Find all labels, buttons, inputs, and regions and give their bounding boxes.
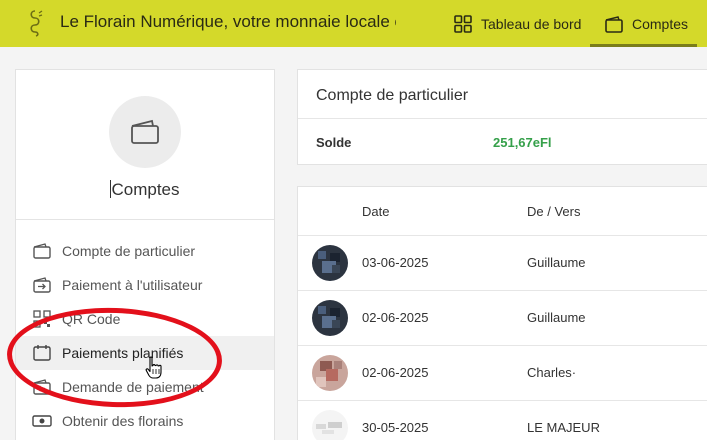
active-tab-indicator <box>590 44 697 47</box>
sidebar-item-label: Compte de particulier <box>62 243 196 259</box>
row-date: 03-06-2025 <box>362 255 429 270</box>
row-counterparty: Charles· <box>527 365 577 380</box>
table-row[interactable]: 02-06-2025 Guillaume <box>298 291 707 346</box>
qr-code-icon <box>33 310 51 328</box>
sidebar-title-text: Comptes <box>111 180 180 199</box>
row-counterparty: LE MAJEUR <box>527 420 600 435</box>
table-row[interactable]: 03-06-2025 Guillaume <box>298 236 707 291</box>
wallet-icon <box>33 243 51 259</box>
florain-logo-icon[interactable] <box>24 8 46 38</box>
row-counterparty: Guillaume <box>527 255 586 270</box>
avatar <box>312 410 348 440</box>
avatar <box>312 300 348 336</box>
wallet-icon <box>131 119 159 144</box>
table-row[interactable]: 02-06-2025 Charles· <box>298 346 707 401</box>
sidebar-item-obtenir-florains[interactable]: Obtenir des florains <box>16 404 274 438</box>
sidebar-menu: Compte de particulier Paiement à l'utili… <box>16 234 274 438</box>
banknote-icon <box>32 415 52 427</box>
wallet-icon <box>605 15 623 33</box>
sidebar: Comptes Compte de particulier Paiement à… <box>15 69 275 440</box>
app-title: Le Florain Numérique, votre monnaie loca… <box>60 12 396 31</box>
account-title: Compte de particulier <box>316 87 469 104</box>
transactions-table: Date De / Vers 03-06-2025 Guillaume 02-0… <box>297 186 707 440</box>
column-header-date[interactable]: Date <box>362 204 389 219</box>
tab-accounts[interactable]: Comptes <box>590 0 697 47</box>
sidebar-item-paiement-utilisateur[interactable]: Paiement à l'utilisateur <box>16 268 274 302</box>
tab-dashboard-label: Tableau de bord <box>481 15 582 32</box>
accounts-avatar <box>109 96 181 168</box>
sidebar-title: Comptes <box>16 180 274 200</box>
row-date: 02-06-2025 <box>362 310 429 325</box>
column-header-counterparty[interactable]: De / Vers <box>527 204 580 219</box>
sidebar-item-qr-code[interactable]: QR Code <box>16 302 274 336</box>
tab-dashboard[interactable]: Tableau de bord <box>453 0 581 47</box>
card-divider <box>298 118 707 119</box>
calendar-icon <box>33 345 51 361</box>
grid-icon <box>454 14 472 33</box>
row-date: 02-06-2025 <box>362 365 429 380</box>
sidebar-divider <box>16 219 274 220</box>
row-date: 30-05-2025 <box>362 420 429 435</box>
transfer-icon <box>33 277 51 293</box>
table-row[interactable]: 30-05-2025 LE MAJEUR <box>298 401 707 440</box>
avatar <box>312 355 348 391</box>
tab-accounts-label: Comptes <box>632 15 689 32</box>
sidebar-item-label: QR Code <box>62 311 121 327</box>
balance-label: Solde <box>316 135 352 150</box>
row-counterparty: Guillaume <box>527 310 586 325</box>
sidebar-item-label: Paiement à l'utilisateur <box>62 277 203 293</box>
table-header: Date De / Vers <box>298 187 707 236</box>
sidebar-item-compte-particulier[interactable]: Compte de particulier <box>16 234 274 268</box>
payment-request-icon <box>33 379 51 395</box>
sidebar-item-label: Paiements planifiés <box>62 345 184 361</box>
sidebar-item-label: Obtenir des florains <box>62 413 184 429</box>
balance-value: 251,67eFl <box>493 135 552 150</box>
sidebar-item-label: Demande de paiement <box>62 379 204 395</box>
hand-cursor-icon <box>145 356 162 379</box>
avatar <box>312 245 348 281</box>
top-bar: Le Florain Numérique, votre monnaie loca… <box>0 0 707 47</box>
account-card: Compte de particulier Solde 251,67eFl <box>297 69 707 165</box>
